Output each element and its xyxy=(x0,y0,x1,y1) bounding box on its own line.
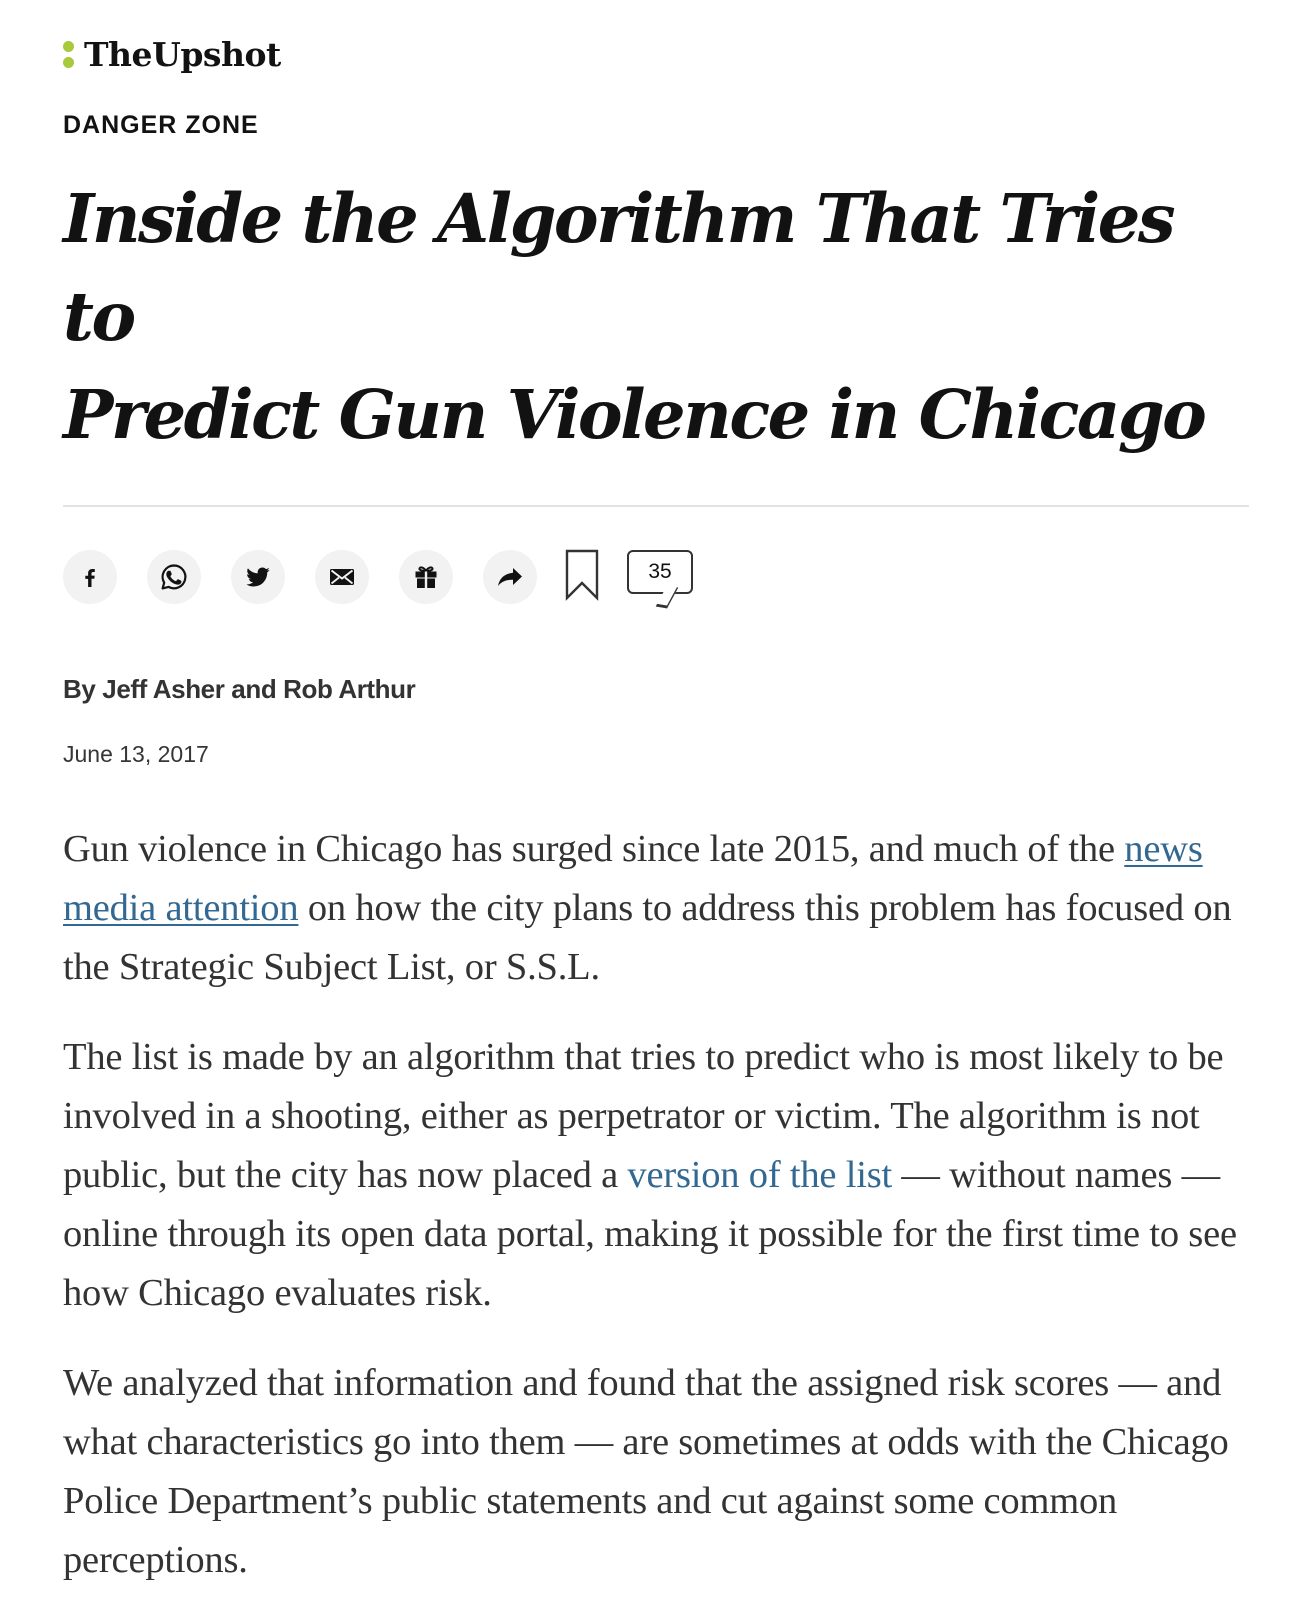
share-toolbar: 35 xyxy=(63,548,1249,609)
p1-text-before: Gun violence in Chicago has surged since… xyxy=(63,828,1125,870)
bookmark-icon xyxy=(565,549,599,606)
brand-logo[interactable]: TheUpshot xyxy=(63,30,1249,78)
bookmark-button[interactable] xyxy=(565,549,599,606)
article-kicker[interactable]: DANGER ZONE xyxy=(63,111,1249,140)
whatsapp-share-button[interactable] xyxy=(147,550,201,604)
body-paragraph-3: We analyzed that information and found t… xyxy=(63,1362,1229,1581)
facebook-share-button[interactable] xyxy=(63,550,117,604)
comment-bubble-icon xyxy=(655,585,679,609)
comment-count: 35 xyxy=(648,560,672,583)
gift-article-button[interactable] xyxy=(399,550,453,604)
gift-icon xyxy=(412,563,440,591)
body-paragraph-2: The list is made by an algorithm that tr… xyxy=(63,1028,1249,1323)
email-share-button[interactable] xyxy=(315,550,369,604)
headline-line-2: Predict Gun Violence in Chicago xyxy=(63,375,1207,454)
article-headline: Inside the Algorithm That Tries to Predi… xyxy=(63,170,1249,464)
article-date: June 13, 2017 xyxy=(63,741,209,767)
body-paragraph-1: Gun violence in Chicago has surged since… xyxy=(63,820,1249,997)
comments-button[interactable]: 35 xyxy=(627,550,693,609)
email-icon xyxy=(329,567,355,587)
twitter-icon xyxy=(244,563,272,591)
twitter-share-button[interactable] xyxy=(231,550,285,604)
article-byline: By Jeff Asher and Rob Arthur xyxy=(63,674,416,704)
share-arrow-icon xyxy=(496,565,524,589)
article-page: TheUpshot DANGER ZONE Inside the Algorit… xyxy=(63,30,1249,1621)
whatsapp-icon xyxy=(159,562,189,592)
headline-line-1: Inside the Algorithm That Tries to xyxy=(63,179,1176,356)
brand-name: TheUpshot xyxy=(84,34,281,74)
more-share-button[interactable] xyxy=(483,550,537,604)
facebook-icon xyxy=(78,565,102,589)
article-body: Gun violence in Chicago has surged since… xyxy=(63,820,1249,1590)
headline-divider xyxy=(63,505,1249,507)
brand-dots-icon xyxy=(63,40,74,68)
version-of-the-list-link[interactable]: version of the list xyxy=(627,1154,892,1196)
